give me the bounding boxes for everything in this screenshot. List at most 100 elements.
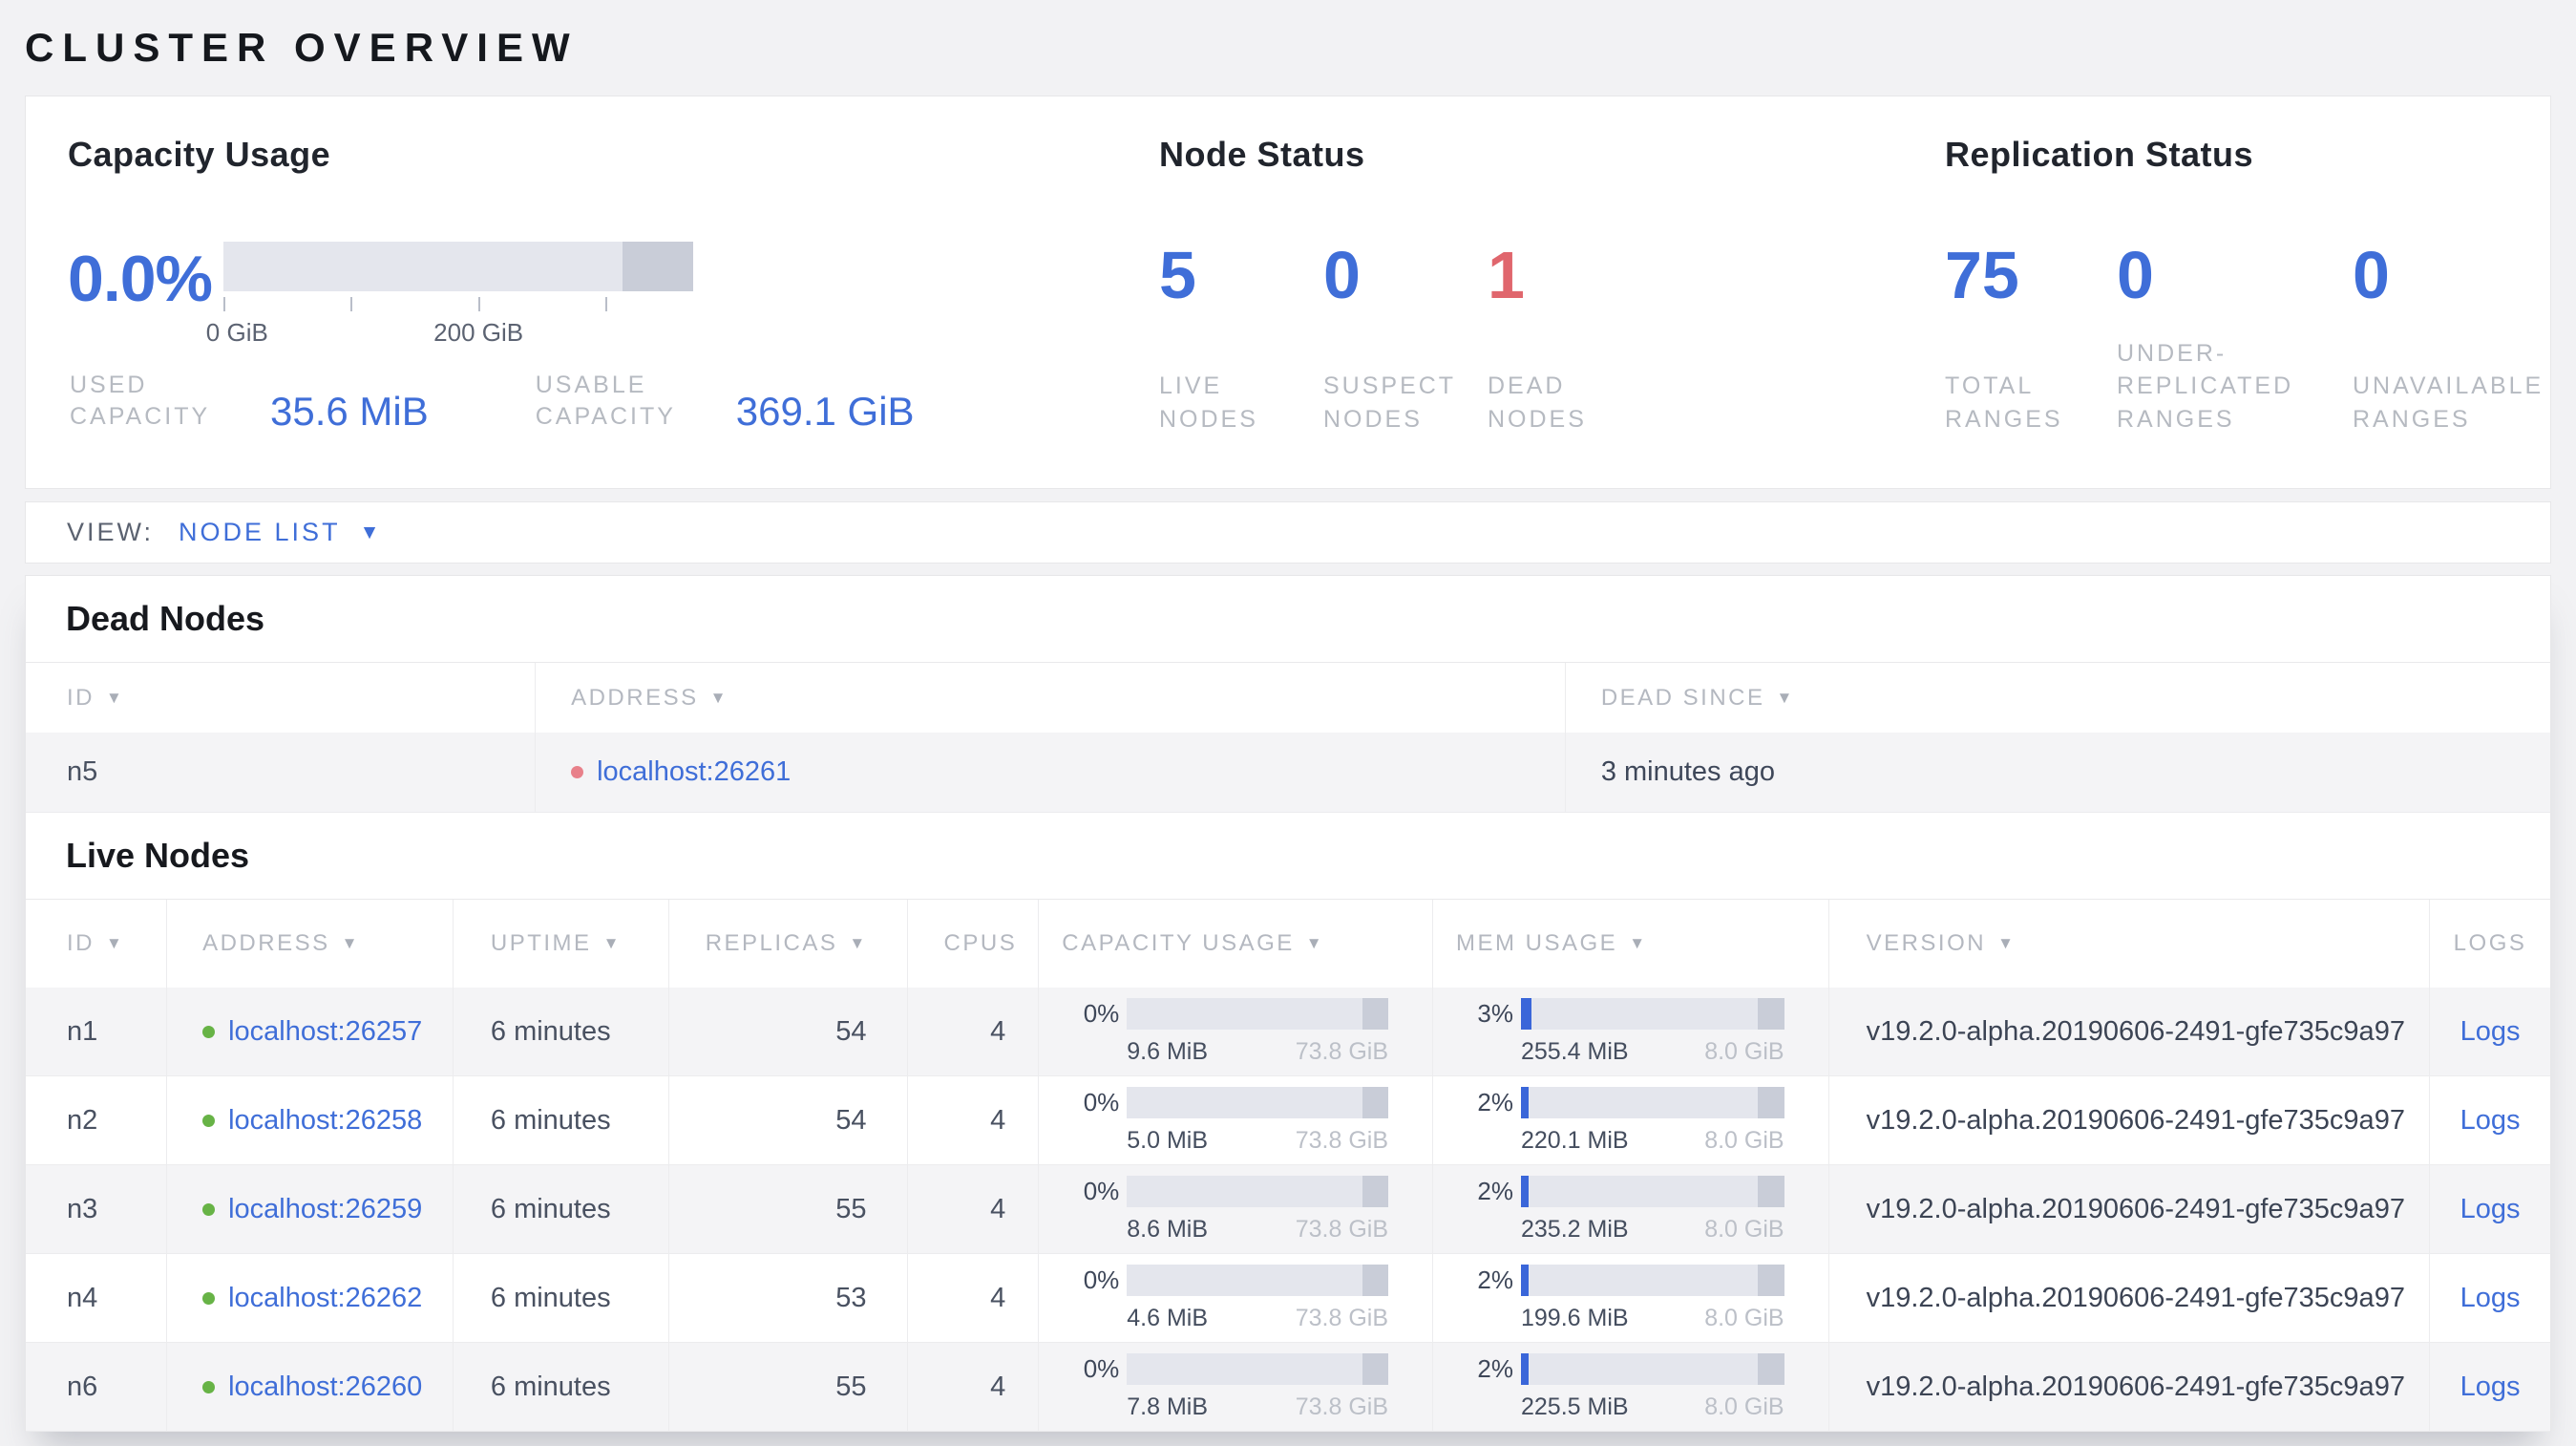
logs-link[interactable]: Logs <box>2460 1372 2521 1403</box>
dead-col-address[interactable]: ADDRESS ▼ <box>536 663 1566 733</box>
node-version: v19.2.0-alpha.20190606-2491-gfe735c9a97 <box>1829 1165 2431 1253</box>
node-version: v19.2.0-alpha.20190606-2491-gfe735c9a97 <box>1829 988 2431 1075</box>
used-capacity-value: 35.6 MiB <box>270 389 429 434</box>
under-replicated-ranges-label: UNDER-REPLICATED RANGES <box>2117 339 2294 433</box>
node-version: v19.2.0-alpha.20190606-2491-gfe735c9a97 <box>1829 1076 2431 1164</box>
capacity-bar-chart: 0 GiB 200 GiB <box>206 242 693 347</box>
usable-capacity-stat: USABLE CAPACITY 369.1 GiB <box>535 370 915 434</box>
axis-tick <box>604 297 607 311</box>
node-cpus: 4 <box>908 1343 1040 1431</box>
node-mem-usage: 2% 225.5 MiB 8.0 GiB <box>1433 1343 1829 1431</box>
capacity-percent: 0.0% <box>68 243 213 315</box>
dead-col-id[interactable]: ID ▼ <box>26 663 537 733</box>
live-col-uptime[interactable]: UPTIME ▼ <box>454 900 669 988</box>
live-status-icon <box>202 1291 216 1305</box>
sort-desc-icon: ▼ <box>602 934 622 952</box>
live-col-version[interactable]: VERSION ▼ <box>1829 900 2431 988</box>
node-id: n6 <box>26 1343 168 1431</box>
node-address-cell: localhost:26259 <box>167 1165 454 1253</box>
node-uptime: 6 minutes <box>454 1076 669 1164</box>
dead-nodes-heading: Dead Nodes <box>66 599 265 638</box>
total-ranges-label: TOTAL RANGES <box>1945 372 2063 433</box>
node-capacity-usage: 0% 4.6 MiB 73.8 GiB <box>1039 1254 1433 1342</box>
suspect-nodes-count: 0 <box>1323 238 1361 312</box>
capacity-usage-bar <box>1127 997 1388 1030</box>
node-uptime: 6 minutes <box>454 1254 669 1342</box>
cluster-overview-page: CLUSTER OVERVIEW Capacity Usage 0.0% 0 G… <box>0 0 2576 1432</box>
dead-nodes-table-header: ID ▼ ADDRESS ▼ DEAD SINCE ▼ <box>26 662 2550 733</box>
live-status-icon <box>202 1380 216 1393</box>
node-cpus: 4 <box>908 1076 1040 1164</box>
node-capacity-usage: 0% 9.6 MiB 73.8 GiB <box>1039 988 1433 1075</box>
live-status-icon <box>202 1202 216 1216</box>
unavailable-ranges-metric: 0 UNAVAILABLE RANGES <box>2353 242 2576 437</box>
capacity-usage-section: Capacity Usage 0.0% 0 GiB 200 GiB USED C… <box>68 135 1159 488</box>
live-col-capacity-usage[interactable]: CAPACITY USAGE ▼ <box>1039 900 1433 988</box>
node-replicas: 55 <box>669 1165 908 1253</box>
dead-nodes-metric: 1 DEAD NODES <box>1488 242 1698 437</box>
sort-desc-icon: ▼ <box>849 934 868 952</box>
mem-usage-bar <box>1521 1086 1784 1118</box>
sort-desc-icon: ▼ <box>1629 934 1648 952</box>
view-selected-value[interactable]: NODE LIST <box>179 518 341 547</box>
capacity-usage-bar <box>1127 1086 1388 1118</box>
logs-link[interactable]: Logs <box>2460 1283 2521 1314</box>
node-address-link[interactable]: localhost:26258 <box>228 1105 422 1137</box>
live-nodes-count: 5 <box>1159 238 1196 312</box>
live-nodes-heading: Live Nodes <box>66 836 250 875</box>
node-logs-cell: Logs <box>2430 988 2550 1075</box>
node-uptime: 6 minutes <box>454 1165 669 1253</box>
live-status-icon <box>202 1025 216 1038</box>
mem-usage-bar <box>1521 1264 1784 1296</box>
dropdown-caret-icon[interactable]: ▼ <box>360 521 380 544</box>
view-selector-dropdown[interactable]: NODE LIST ▼ <box>179 518 379 547</box>
sort-desc-icon: ▼ <box>709 688 728 707</box>
capacity-usage-bar <box>1127 1264 1388 1296</box>
dead-nodes-label: DEAD NODES <box>1488 372 1587 433</box>
node-status-section: Node Status 5 LIVE NODES 0 SUSPECT NODES… <box>1159 135 1945 488</box>
node-status-title: Node Status <box>1159 135 1365 174</box>
page-title: CLUSTER OVERVIEW <box>25 25 579 70</box>
mem-usage-bar <box>1521 1352 1784 1385</box>
node-cpus: 4 <box>908 1165 1040 1253</box>
node-address-link[interactable]: localhost:26257 <box>228 1016 422 1048</box>
node-capacity-usage: 0% 7.8 MiB 73.8 GiB <box>1039 1343 1433 1431</box>
node-address-link[interactable]: localhost:26259 <box>228 1194 422 1225</box>
live-col-replicas[interactable]: REPLICAS ▼ <box>669 900 908 988</box>
node-capacity-usage: 0% 5.0 MiB 73.8 GiB <box>1039 1076 1433 1164</box>
node-address-link[interactable]: localhost:26260 <box>228 1372 422 1403</box>
live-col-id[interactable]: ID ▼ <box>26 900 168 988</box>
logs-link[interactable]: Logs <box>2460 1105 2521 1137</box>
node-replicas: 53 <box>669 1254 908 1342</box>
axis-label-zero: 0 GiB <box>205 318 268 347</box>
usable-capacity-value: 369.1 GiB <box>735 389 915 434</box>
live-node-row: n3 localhost:26259 6 minutes 55 4 0% 8.6… <box>26 1165 2550 1254</box>
capacity-axis <box>223 297 693 318</box>
dead-col-dead-since[interactable]: DEAD SINCE ▼ <box>1566 663 2550 733</box>
live-node-row: n1 localhost:26257 6 minutes 54 4 0% 9.6… <box>26 988 2550 1076</box>
node-address-link[interactable]: localhost:26262 <box>228 1283 422 1314</box>
view-bar: VIEW: NODE LIST ▼ <box>25 501 2551 564</box>
node-mem-usage: 2% 235.2 MiB 8.0 GiB <box>1433 1165 1829 1253</box>
suspect-nodes-label: SUSPECT NODES <box>1323 372 1456 433</box>
suspect-nodes-metric: 0 SUSPECT NODES <box>1323 242 1488 437</box>
node-mem-usage: 2% 199.6 MiB 8.0 GiB <box>1433 1254 1829 1342</box>
unavailable-ranges-label: UNAVAILABLE RANGES <box>2353 372 2544 433</box>
dead-node-address-link[interactable]: localhost:26261 <box>597 756 791 788</box>
node-address-cell: localhost:26262 <box>167 1254 454 1342</box>
logs-link[interactable]: Logs <box>2460 1194 2521 1225</box>
mem-usage-bar <box>1521 997 1784 1030</box>
node-cpus: 4 <box>908 988 1040 1075</box>
live-col-mem-usage[interactable]: MEM USAGE ▼ <box>1433 900 1829 988</box>
dead-node-address-cell: localhost:26261 <box>536 733 1566 812</box>
logs-link[interactable]: Logs <box>2460 1016 2521 1048</box>
live-col-address[interactable]: ADDRESS ▼ <box>167 900 454 988</box>
axis-label-200: 200 GiB <box>433 318 524 347</box>
live-status-icon <box>202 1114 216 1127</box>
cluster-summary-card: Capacity Usage 0.0% 0 GiB 200 GiB USED C… <box>25 96 2551 489</box>
live-col-cpus[interactable]: CPUS <box>908 900 1040 988</box>
node-logs-cell: Logs <box>2430 1165 2550 1253</box>
node-version: v19.2.0-alpha.20190606-2491-gfe735c9a97 <box>1829 1254 2431 1342</box>
live-node-row: n6 localhost:26260 6 minutes 55 4 0% 7.8… <box>26 1343 2550 1432</box>
usable-capacity-label: USABLE CAPACITY <box>535 372 676 430</box>
